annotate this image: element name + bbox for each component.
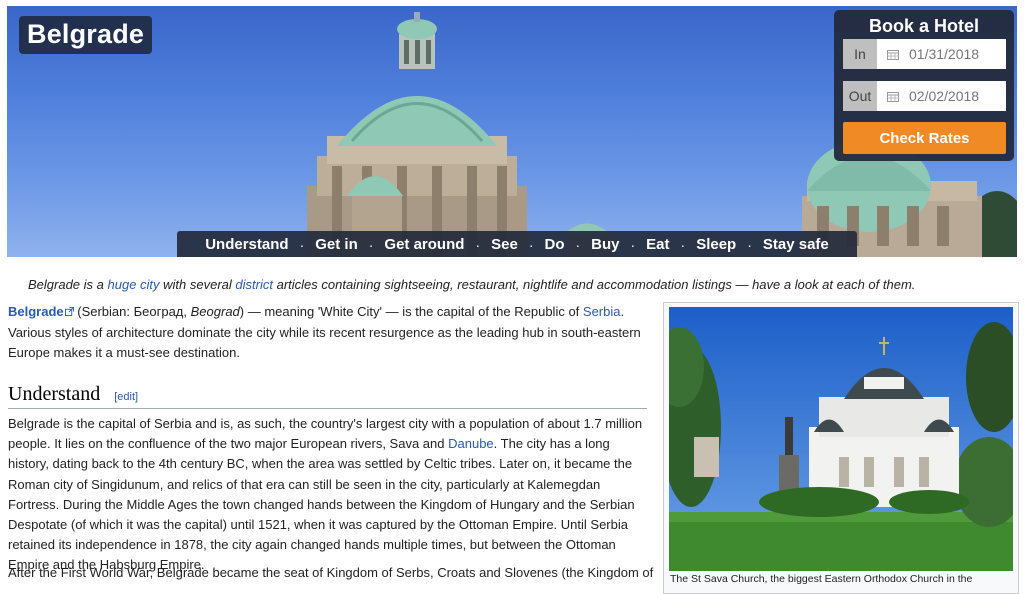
- understand-paragraph-2: After the First World War, Belgrade beca…: [8, 565, 654, 580]
- nav-link-stay-safe[interactable]: Stay safe: [757, 236, 835, 253]
- check-out-label: Out: [843, 81, 877, 111]
- edit-section-link[interactable]: [edit]: [114, 391, 138, 403]
- nav-link-get-around[interactable]: Get around: [378, 236, 470, 253]
- st-sava-church-photo: [669, 307, 1013, 571]
- nav-link-see[interactable]: See: [485, 236, 524, 253]
- nav-link-do[interactable]: Do: [538, 236, 570, 253]
- lead-text: ) — meaning 'White City' — is the capita…: [239, 304, 583, 319]
- nav-separator: ·: [575, 236, 581, 253]
- nav-separator: ·: [680, 236, 686, 253]
- check-rates-button[interactable]: Check Rates: [843, 122, 1006, 154]
- intro-note: Belgrade is a huge city with several dis…: [28, 277, 915, 292]
- calendar-icon: [887, 91, 899, 102]
- check-out-row: Out 02/02/2018: [843, 81, 1006, 111]
- check-in-date-field[interactable]: 01/31/2018: [877, 39, 1006, 69]
- calendar-icon: [887, 49, 899, 60]
- check-in-label: In: [843, 39, 877, 69]
- lead-paragraph: Belgrade (Serbian: Београд, Beograd) — m…: [8, 302, 648, 364]
- external-link-icon: [64, 307, 74, 316]
- nav-separator: ·: [747, 236, 752, 253]
- page-title: Belgrade: [19, 16, 153, 54]
- nav-link-sleep[interactable]: Sleep: [690, 236, 742, 253]
- huge-city-link[interactable]: huge city: [108, 277, 160, 292]
- intro-text: articles containing sightseeing, restaur…: [272, 277, 916, 292]
- serbia-link[interactable]: Serbia: [583, 304, 621, 319]
- lead-text-italic: Beograd: [190, 304, 240, 319]
- nav-separator: ·: [299, 236, 305, 253]
- thumbnail-caption: The St Sava Church, the biggest Eastern …: [670, 573, 973, 585]
- church-thumbnail[interactable]: The St Sava Church, the biggest Eastern …: [663, 302, 1019, 594]
- nav-link-buy[interactable]: Buy: [585, 236, 625, 253]
- nav-separator: ·: [475, 236, 481, 253]
- nav-link-get-in[interactable]: Get in: [309, 236, 364, 253]
- belgrade-official-link[interactable]: Belgrade: [8, 304, 64, 319]
- check-in-row: In 01/31/2018: [843, 39, 1006, 69]
- section-heading-understand: Understand [edit]: [8, 383, 647, 409]
- article-nav-bar: Understand · Get in · Get around · See ·…: [177, 231, 857, 257]
- intro-text: Belgrade is a: [28, 277, 108, 292]
- hotel-booking-widget: Book a Hotel In 01/31/2018 Out 02/02/201…: [834, 10, 1014, 161]
- nav-separator: ·: [630, 236, 636, 253]
- check-in-date-value: 01/31/2018: [909, 46, 980, 62]
- intro-text: with several: [159, 277, 236, 292]
- check-out-date-value: 02/02/2018: [909, 88, 980, 104]
- section-title: Understand: [8, 383, 101, 405]
- nav-separator: ·: [528, 236, 534, 253]
- nav-separator: ·: [368, 236, 374, 253]
- understand-paragraph-1: Belgrade is the capital of Serbia and is…: [8, 414, 648, 576]
- nav-link-eat[interactable]: Eat: [640, 236, 675, 253]
- check-out-date-field[interactable]: 02/02/2018: [877, 81, 1006, 111]
- danube-link[interactable]: Danube: [448, 436, 494, 451]
- district-link[interactable]: district: [235, 277, 273, 292]
- hotel-widget-title: Book a Hotel: [868, 16, 979, 36]
- nav-link-understand[interactable]: Understand: [199, 236, 294, 253]
- paragraph-text: . The city has a long history, dating ba…: [8, 436, 635, 573]
- lead-text: (Serbian: Београд,: [73, 304, 191, 319]
